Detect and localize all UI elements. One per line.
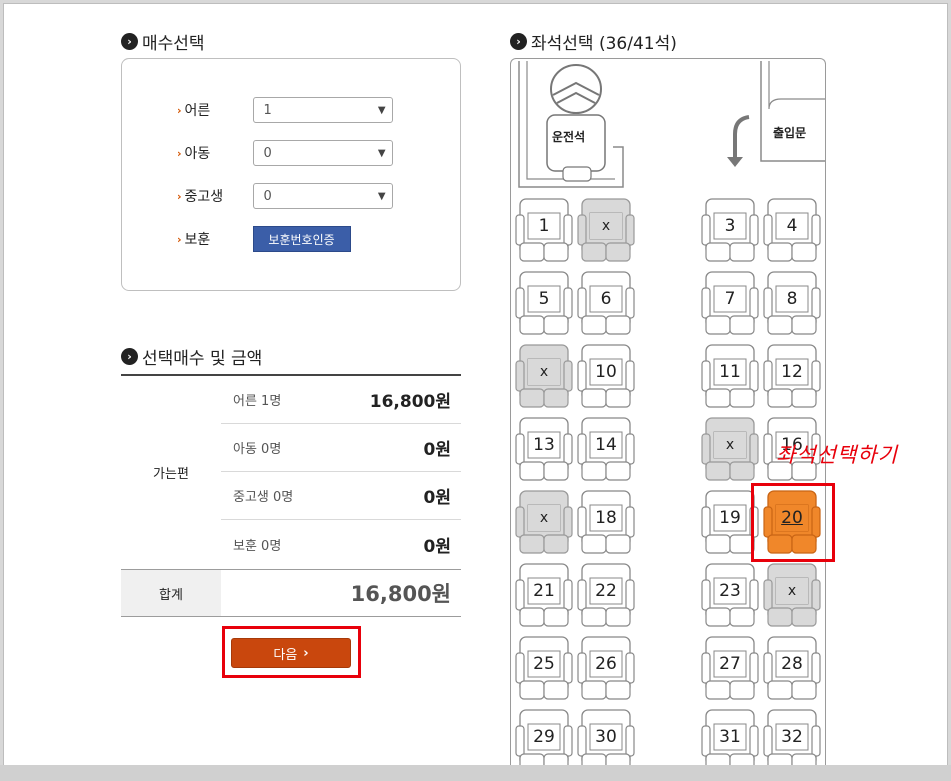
student-select[interactable]: 0 ▼ — [252, 183, 393, 209]
next-button-highlight: 다음 › — [222, 626, 361, 678]
summary-row: 보훈 0명 0원 — [233, 536, 451, 557]
seat-number: 7 — [724, 289, 736, 309]
seat-select-annotation: 좌석선택하기 — [776, 443, 898, 467]
child-row: › 아동 0 ▼ — [177, 140, 393, 166]
chevron-circle-icon: › — [121, 33, 138, 50]
chevron-down-icon: ▼ — [377, 190, 386, 202]
seat-number: 19 — [719, 508, 741, 528]
seat-available[interactable]: 13 — [514, 416, 574, 484]
seat-number: 22 — [595, 581, 617, 601]
seat-available[interactable]: 27 — [700, 635, 760, 703]
seat-number: 32 — [781, 727, 803, 747]
seat-available[interactable]: 4 — [762, 197, 822, 265]
seat-number: 14 — [595, 435, 617, 455]
chevron-circle-icon: › — [510, 33, 527, 50]
seat-taken: x — [700, 416, 760, 484]
seat-taken: x — [514, 343, 574, 411]
total-row: 합계 16,800원 — [121, 569, 461, 617]
veteran-cert-button[interactable]: 보훈번호인증 — [252, 226, 351, 252]
seat-number: x — [528, 359, 560, 385]
seat-number: 5 — [538, 289, 550, 309]
seat-number: 28 — [781, 654, 803, 674]
student-row: › 중고생 0 ▼ — [177, 183, 393, 209]
seat-number: x — [590, 213, 622, 239]
seat-available[interactable]: 22 — [576, 562, 636, 630]
seat-number: 11 — [719, 362, 741, 382]
chevron-circle-icon: › — [121, 348, 138, 365]
seat-taken: x — [762, 562, 822, 630]
summary-row: 어른 1명 16,800원 — [221, 376, 461, 424]
chevron-down-icon: ▼ — [377, 147, 386, 159]
seat-number: 27 — [719, 654, 741, 674]
seat-available[interactable]: 26 — [576, 635, 636, 703]
seat-available[interactable]: 21 — [514, 562, 574, 630]
seat-number: x — [714, 432, 746, 458]
seat-available[interactable]: 14 — [576, 416, 636, 484]
seat-number: 3 — [724, 216, 736, 236]
seat-number: 21 — [533, 581, 555, 601]
seat-available[interactable]: 6 — [576, 270, 636, 338]
door-label: 출입문 — [773, 126, 807, 140]
seat-number: 30 — [595, 727, 617, 747]
arrow-icon: › — [177, 232, 182, 246]
seat-number: 18 — [595, 508, 617, 528]
seat-number: 31 — [719, 727, 741, 747]
page-bottom-bar — [0, 765, 951, 781]
seat-number: 10 — [595, 362, 617, 382]
seat-number: x — [776, 578, 808, 604]
seat-number: 23 — [719, 581, 741, 601]
quantity-section-title: › 매수선택 — [121, 29, 205, 54]
adult-row: › 어른 1 ▼ — [177, 97, 393, 123]
seat-section-title: › 좌석선택 (36/41석) — [510, 29, 677, 54]
total-amount: 16,800원 — [350, 582, 451, 606]
driver-seat-label: 운전석 — [552, 130, 586, 144]
seat-number: 26 — [595, 654, 617, 674]
seat-number: 8 — [786, 289, 798, 309]
seat-number: 25 — [533, 654, 555, 674]
seat-available[interactable]: 8 — [762, 270, 822, 338]
summary-row: 아동 0명 0원 — [221, 424, 461, 472]
direction-label: 가는편 — [153, 467, 189, 482]
chevron-down-icon: ▼ — [377, 104, 386, 116]
seat-available[interactable]: 11 — [700, 343, 760, 411]
seat-available[interactable]: 10 — [576, 343, 636, 411]
summary-section-title: › 선택매수 및 금액 — [121, 344, 262, 369]
arrow-icon: › — [177, 189, 182, 203]
seat-available[interactable]: 1 — [514, 197, 574, 265]
seat-available[interactable]: 12 — [762, 343, 822, 411]
seat-number: 12 — [781, 362, 803, 382]
seat-available[interactable]: 25 — [514, 635, 574, 703]
seat-number: 13 — [533, 435, 555, 455]
seat-number: 6 — [600, 289, 612, 309]
summary-row: 중고생 0명 0원 — [221, 472, 461, 520]
arrow-icon: › — [177, 146, 182, 160]
seat-available[interactable]: 23 — [700, 562, 760, 630]
seat-available[interactable]: 7 — [700, 270, 760, 338]
seat-available[interactable]: 28 — [762, 635, 822, 703]
adult-select[interactable]: 1 ▼ — [252, 97, 393, 123]
seat-number: x — [528, 505, 560, 531]
seat-available[interactable]: 18 — [576, 489, 636, 557]
total-label: 합계 — [121, 570, 221, 616]
seat-available[interactable]: 5 — [514, 270, 574, 338]
chevron-right-icon: › — [303, 645, 309, 661]
arrow-icon: › — [177, 103, 182, 117]
quantity-box: › 어른 1 ▼ › 아동 0 ▼ › 중고생 0 ▼ › 보훈 보훈번호인증 — [121, 58, 461, 291]
seat-highlight-box — [751, 483, 835, 562]
veteran-row: › 보훈 보훈번호인증 — [177, 226, 351, 252]
child-select[interactable]: 0 ▼ — [252, 140, 393, 166]
seat-taken: x — [576, 197, 636, 265]
summary-table: 가는편 어른 1명 16,800원 아동 0명 0원 중고생 0명 0원 보훈 … — [121, 374, 461, 617]
seat-number: 4 — [786, 216, 798, 236]
seat-available[interactable]: 3 — [700, 197, 760, 265]
seat-number: 1 — [538, 216, 550, 236]
seat-number: 29 — [533, 727, 555, 747]
next-button[interactable]: 다음 › — [231, 638, 351, 668]
seat-taken: x — [514, 489, 574, 557]
